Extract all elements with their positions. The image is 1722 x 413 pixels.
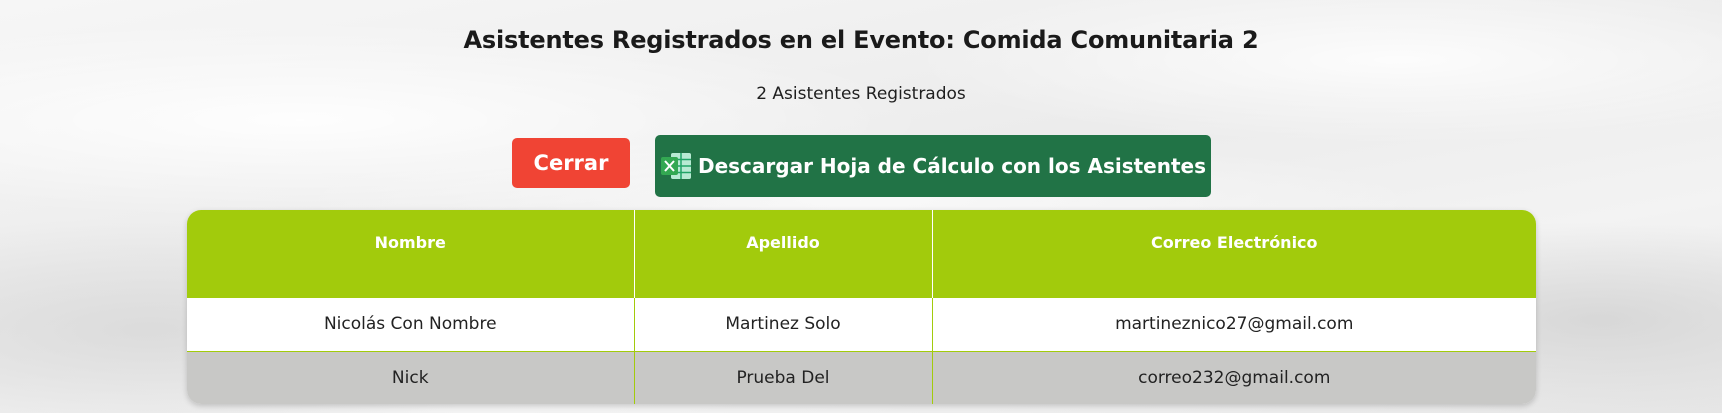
excel-icon <box>660 153 691 179</box>
page-title: Asistentes Registrados en el Evento: Com… <box>463 26 1259 54</box>
cell-correo: correo232@gmail.com <box>932 350 1536 404</box>
cell-apellido: Prueba Del <box>634 350 933 404</box>
cell-nombre: Nick <box>187 350 635 404</box>
column-header-nombre: Nombre <box>187 210 635 298</box>
download-spreadsheet-button[interactable]: Descargar Hoja de Cálculo con los Asiste… <box>655 135 1211 197</box>
column-header-correo: Correo Electrónico <box>932 210 1536 298</box>
column-header-apellido: Apellido <box>634 210 933 298</box>
table-header-row: Nombre Apellido Correo Electrónico <box>187 210 1536 298</box>
attendee-count: 2 Asistentes Registrados <box>756 84 966 104</box>
download-spreadsheet-label: Descargar Hoja de Cálculo con los Asiste… <box>697 154 1207 178</box>
cell-correo: martineznico27@gmail.com <box>932 298 1536 351</box>
table-row: Nick Prueba Del correo232@gmail.com <box>187 350 1536 404</box>
attendees-table: Nombre Apellido Correo Electrónico Nicol… <box>187 210 1536 404</box>
table-row: Nicolás Con Nombre Martinez Solo martine… <box>187 298 1536 351</box>
close-button[interactable]: Cerrar <box>512 138 630 188</box>
cell-nombre: Nicolás Con Nombre <box>187 298 635 351</box>
cell-apellido: Martinez Solo <box>634 298 933 351</box>
